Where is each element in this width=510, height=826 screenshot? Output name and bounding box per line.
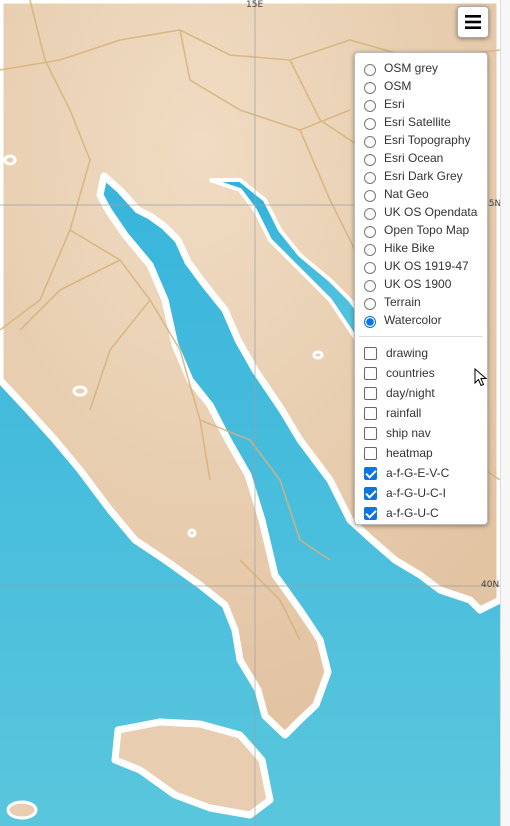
radio-button[interactable] — [364, 81, 376, 94]
base-layer-label: Open Topo Map — [384, 223, 470, 237]
radio-button[interactable] — [364, 225, 376, 238]
radio-button[interactable] — [364, 99, 376, 112]
overlay-option[interactable]: a-f-G-U-C — [355, 503, 487, 523]
base-layer-option[interactable]: Hike Bike — [355, 239, 487, 257]
overlay-label: ship nav — [386, 426, 431, 440]
overlay-label: heatmap — [386, 446, 433, 460]
overlay-option[interactable]: heatmap — [355, 443, 487, 463]
base-layer-option[interactable]: UK OS 1919-47 — [355, 257, 487, 275]
radio-button[interactable] — [364, 207, 376, 220]
base-layer-label: Esri Ocean — [384, 151, 444, 165]
base-layer-option[interactable]: Esri Dark Grey — [355, 167, 487, 185]
base-layer-label: Esri Dark Grey — [384, 169, 463, 183]
mouse-cursor-icon — [474, 368, 488, 387]
overlay-option[interactable]: a-f-G-E-V-C — [355, 463, 487, 483]
checkbox[interactable] — [364, 406, 377, 420]
base-layer-label: Watercolor — [384, 313, 442, 327]
overlay-option[interactable]: ship nav — [355, 423, 487, 443]
base-layer-option[interactable]: Nat Geo — [355, 185, 487, 203]
base-layer-option[interactable]: OSM grey — [355, 59, 487, 77]
overlay-option[interactable]: countries — [355, 363, 487, 383]
overlay-label: day/night — [386, 386, 435, 400]
overlay-option[interactable]: day/night — [355, 383, 487, 403]
base-layer-label: UK OS 1900 — [384, 277, 452, 291]
radio-button[interactable] — [364, 63, 376, 76]
radio-button[interactable] — [364, 189, 376, 202]
base-layer-label: OSM grey — [384, 61, 439, 75]
checkbox[interactable] — [364, 366, 377, 380]
radio-button[interactable] — [364, 135, 376, 148]
layer-separator — [359, 336, 483, 337]
base-layer-option[interactable]: Esri Ocean — [355, 149, 487, 167]
base-layer-label: UK OS Opendata — [384, 205, 478, 219]
base-layer-label: Esri Topography — [384, 133, 471, 147]
overlay-label: a-f-G-U-C — [386, 506, 439, 520]
overlay-label: countries — [386, 366, 435, 380]
overlay-option[interactable]: a-f-G-U-C-I — [355, 483, 487, 503]
base-layer-label: Nat Geo — [384, 187, 429, 201]
base-layer-option[interactable]: Esri — [355, 95, 487, 113]
base-layer-label: UK OS 1919-47 — [384, 259, 469, 273]
radio-button[interactable] — [364, 117, 376, 130]
overlay-option[interactable]: rainfall — [355, 403, 487, 423]
base-layer-option[interactable]: Watercolor — [355, 311, 487, 329]
hamburger-menu-icon — [465, 15, 481, 29]
checkbox[interactable] — [364, 486, 377, 500]
overlay-label: a-f-G-U-C-I — [386, 486, 446, 500]
base-layer-label: Terrain — [384, 295, 421, 309]
layer-control-panel: OSM grey OSM Esri Esri Satellite Esri Topogr… — [354, 52, 488, 525]
overlay-label: drawing — [386, 346, 429, 360]
base-layer-option[interactable]: Terrain — [355, 293, 487, 311]
checkbox[interactable] — [364, 446, 377, 460]
overlay-label: rainfall — [386, 406, 422, 420]
overlay-label: a-f-G-E-V-C — [386, 466, 450, 480]
base-layer-label: OSM — [384, 79, 412, 93]
graticule-label-40n: 40N — [481, 580, 500, 590]
checkbox[interactable] — [364, 466, 377, 480]
base-layer-list: OSM grey OSM Esri Esri Satellite Esri Topogr… — [355, 59, 487, 329]
base-layer-option[interactable]: OSM — [355, 77, 487, 95]
base-layer-option[interactable]: UK OS Opendata — [355, 203, 487, 221]
radio-button[interactable] — [364, 279, 376, 292]
right-edge-strip — [500, 0, 510, 826]
base-layer-label: Esri — [384, 97, 405, 111]
radio-button[interactable] — [364, 171, 376, 184]
base-layer-label: Esri Satellite — [384, 115, 451, 129]
base-layer-option[interactable]: Open Topo Map — [355, 221, 487, 239]
radio-button[interactable] — [364, 153, 376, 166]
layer-menu-button[interactable] — [457, 6, 489, 38]
base-layer-label: Hike Bike — [384, 241, 435, 255]
radio-button[interactable] — [364, 261, 376, 274]
checkbox[interactable] — [364, 346, 377, 360]
graticule-label-15e: 15E — [246, 0, 264, 10]
radio-button[interactable] — [364, 315, 376, 328]
base-layer-option[interactable]: Esri Topography — [355, 131, 487, 149]
overlay-option[interactable]: drawing — [355, 343, 487, 363]
checkbox[interactable] — [364, 506, 377, 520]
radio-button[interactable] — [364, 297, 376, 310]
base-layer-option[interactable]: Esri Satellite — [355, 113, 487, 131]
checkbox[interactable] — [364, 426, 377, 440]
checkbox[interactable] — [364, 386, 377, 400]
base-layer-option[interactable]: UK OS 1900 — [355, 275, 487, 293]
overlay-list: drawing countries day/night rainfall ship na… — [355, 343, 487, 523]
radio-button[interactable] — [364, 243, 376, 256]
